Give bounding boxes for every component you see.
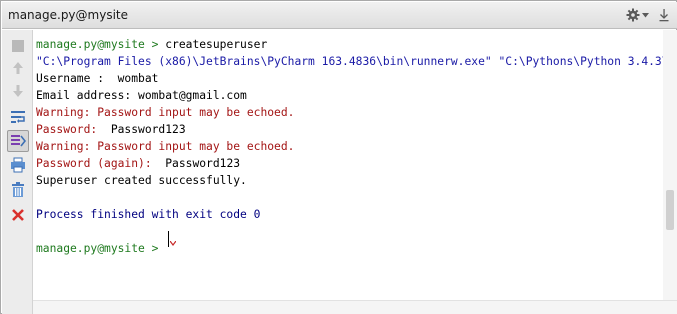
console-text: manage.py@mysite >	[36, 242, 166, 255]
console-line: Username : wombat	[36, 70, 158, 87]
console-text: Process finished with exit code 0	[36, 208, 261, 221]
soft-wrap-icon	[11, 111, 25, 123]
console-line: manage.py@mysite >	[36, 240, 165, 257]
console-text: manage.py@mysite >	[36, 38, 166, 51]
close-icon	[12, 209, 24, 221]
arrow-up-icon	[13, 62, 23, 74]
caret-marker-icon	[170, 241, 176, 246]
clear-all-button[interactable]	[7, 179, 29, 201]
title-bar: manage.py@mysite	[2, 2, 677, 29]
run-tool-window: manage.py@mysite manage.py@mysite > crea…	[0, 0, 677, 314]
console-line: Email address: wombat@gmail.com	[36, 87, 247, 104]
console-text: Password123	[110, 123, 186, 136]
previous-occurrence-button[interactable]	[7, 57, 29, 79]
arrow-down-icon	[13, 85, 23, 97]
scroll-to-end-button[interactable]	[7, 130, 29, 152]
console-line: "C:\Program Files (x86)\JetBrains\PyChar…	[36, 53, 663, 70]
console-text: Warning: Password input may be echoed.	[36, 106, 295, 119]
console-line: Password: Password123	[36, 121, 186, 138]
chevron-down-icon[interactable]	[642, 7, 649, 23]
next-occurrence-button[interactable]	[7, 80, 29, 102]
console-line: Warning: Password input may be echoed.	[36, 138, 294, 155]
stop-button[interactable]	[7, 35, 29, 57]
close-button[interactable]	[7, 204, 29, 226]
print-icon	[11, 157, 25, 173]
scroll-to-end-icon	[11, 135, 26, 147]
gear-icon[interactable]	[626, 7, 640, 23]
stop-icon	[12, 40, 24, 52]
console-text: "C:\Program Files (x86)\JetBrains\PyChar…	[36, 55, 663, 68]
console-line: Warning: Password input may be echoed.	[36, 104, 294, 121]
console-line: Process finished with exit code 0	[36, 206, 260, 223]
console-text: Email address: wombat@gmail.com	[36, 89, 247, 102]
console-toolbar	[2, 30, 33, 314]
soft-wrap-button[interactable]	[7, 106, 29, 128]
vertical-scrollbar-thumb[interactable]	[666, 190, 674, 230]
console-text: createsuperuser	[165, 38, 268, 51]
console-text: Superuser created successfully.	[36, 174, 247, 187]
console-line: Password (again): Password123	[36, 155, 240, 172]
vertical-scrollbar[interactable]	[663, 30, 677, 300]
console-output[interactable]: manage.py@mysite > createsuperuser "C:\Pr…	[33, 30, 663, 300]
hide-panel-icon[interactable]	[659, 7, 669, 23]
trash-icon	[12, 182, 24, 197]
horizontal-scrollbar[interactable]	[33, 300, 677, 314]
console-text: Username : wombat	[36, 72, 159, 85]
console-line: manage.py@mysite > createsuperuser	[36, 36, 267, 53]
title-bar-actions	[626, 7, 669, 23]
console-line: Superuser created successfully.	[36, 172, 247, 189]
window-title: manage.py@mysite	[8, 8, 128, 22]
console-text: Password:	[36, 123, 111, 136]
print-button[interactable]	[7, 154, 29, 176]
console-text: Password (again):	[36, 157, 166, 170]
console-text: Warning: Password input may be echoed.	[36, 140, 295, 153]
text-cursor	[168, 231, 169, 247]
console-text: Password123	[165, 157, 241, 170]
